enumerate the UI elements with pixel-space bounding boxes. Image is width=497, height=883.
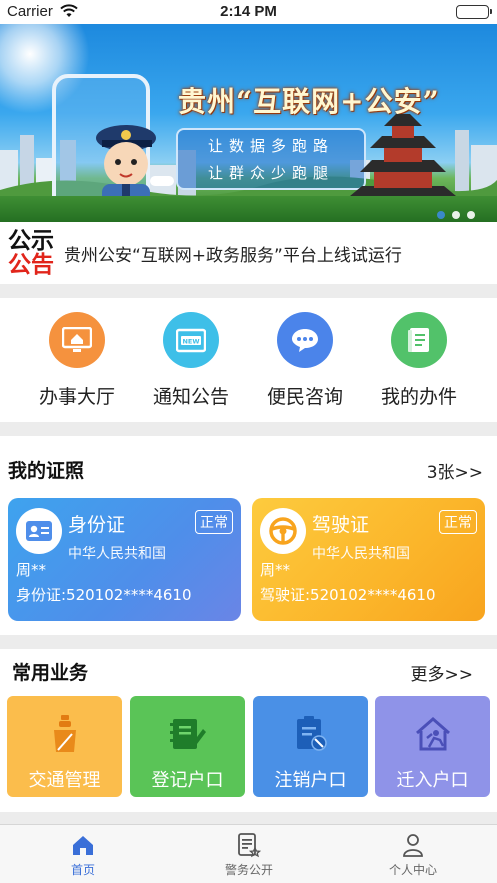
quick-item-my-cases[interactable]: 我的办件 <box>369 312 469 409</box>
business-title: 常用业务 <box>12 662 89 684</box>
card-holder: 周** <box>260 561 291 579</box>
cancel-clipboard-icon <box>291 714 331 754</box>
business-tile-label: 注销户口 <box>274 770 347 791</box>
certificates-count-link[interactable]: 3张>> <box>427 458 483 483</box>
business-tile-label: 登记户口 <box>151 770 224 791</box>
quick-menu: 办事大厅 NEW 通知公告 便民咨询 我的办件 <box>0 298 497 422</box>
quick-item-label: 通知公告 <box>152 386 229 408</box>
business-tile-cancel[interactable]: 注销户口 <box>253 696 368 797</box>
business-tile-move-in[interactable]: 迁入户口 <box>375 696 490 797</box>
card-status-badge: 正常 <box>195 510 233 534</box>
card-issuer: 中华人民共和国 <box>68 546 166 562</box>
business-tile-label: 交通管理 <box>28 770 101 791</box>
status-bar: Carrier 2:14 PM <box>0 0 497 24</box>
police-document-icon <box>235 831 263 859</box>
card-issuer: 中华人民共和国 <box>312 546 410 562</box>
home-icon <box>69 831 97 859</box>
quick-item-label: 便民咨询 <box>266 386 343 408</box>
new-notice-icon: NEW <box>163 312 219 368</box>
tab-personal-center[interactable]: 个人中心 <box>353 831 473 878</box>
traffic-officer-icon <box>45 714 85 754</box>
chat-bubble-icon <box>277 312 333 368</box>
card-number: 驾驶证:520102****4610 <box>260 586 436 604</box>
card-holder: 周** <box>16 561 47 579</box>
business-tile-register[interactable]: 登记户口 <box>130 696 245 797</box>
quick-item-consult[interactable]: 便民咨询 <box>255 312 355 409</box>
business-tile-traffic[interactable]: 交通管理 <box>7 696 122 797</box>
quick-item-service-hall[interactable]: 办事大厅 <box>27 312 127 409</box>
tab-label: 警务公开 <box>224 863 273 877</box>
notice-badge-line-2: 公告 <box>8 252 54 278</box>
banner-page-indicator[interactable] <box>437 211 475 219</box>
steering-wheel-icon <box>260 508 306 554</box>
page-dot[interactable] <box>467 211 475 219</box>
tab-home[interactable]: 首页 <box>23 831 143 878</box>
slogan-line-2: 让群众少跑腿 <box>207 164 334 182</box>
id-card-icon <box>16 508 62 554</box>
notice-badge: 公示 公告 <box>8 229 56 277</box>
page-dot[interactable] <box>452 211 460 219</box>
move-in-house-icon <box>413 714 453 754</box>
tab-police-affairs[interactable]: 警务公开 <box>189 831 309 878</box>
certificates-title: 我的证照 <box>8 460 85 482</box>
tab-bar: 首页 警务公开 个人中心 <box>0 824 497 883</box>
quick-item-label: 我的办件 <box>380 386 457 408</box>
card-title: 身份证 <box>68 514 126 536</box>
page-dot[interactable] <box>437 211 445 219</box>
quick-item-notices[interactable]: NEW 通知公告 <box>141 312 241 409</box>
id-card-tile[interactable]: 身份证 正常 中华人民共和国 周** 身份证:520102****4610 <box>8 498 241 621</box>
quick-item-label: 办事大厅 <box>38 386 115 408</box>
slogan-line-1: 让数据多跑路 <box>207 137 334 155</box>
business-more-link[interactable]: 更多>> <box>411 660 474 685</box>
notice-text[interactable]: 贵州公安“互联网+政务服务”平台上线试运行 <box>64 241 402 266</box>
notice-bar[interactable]: 公示 公告 贵州公安“互联网+政务服务”平台上线试运行 <box>0 222 497 284</box>
battery-icon <box>456 5 492 19</box>
tab-label: 个人中心 <box>388 863 437 877</box>
register-notebook-icon <box>168 714 208 754</box>
driving-license-tile[interactable]: 驾驶证 正常 中华人民共和国 周** 驾驶证:520102****4610 <box>252 498 485 621</box>
banner-ground <box>0 196 497 222</box>
tab-label: 首页 <box>70 863 95 877</box>
banner-slogan: 让数据多跑路 让群众少跑腿 <box>176 128 366 190</box>
notice-badge-line-1: 公示 <box>8 228 54 254</box>
monitor-home-icon <box>49 312 105 368</box>
document-icon <box>391 312 447 368</box>
card-status-badge: 正常 <box>439 510 477 534</box>
business-tile-label: 迁入户口 <box>396 770 469 791</box>
clock: 2:14 PM <box>220 3 277 20</box>
card-title: 驾驶证 <box>312 514 370 536</box>
svg-text:NEW: NEW <box>182 338 199 346</box>
card-number: 身份证:520102****4610 <box>16 586 192 604</box>
person-icon <box>399 831 427 859</box>
promo-banner[interactable]: 贵州“互联网+公安” 让数据多跑路 让群众少跑腿 <box>0 24 497 222</box>
